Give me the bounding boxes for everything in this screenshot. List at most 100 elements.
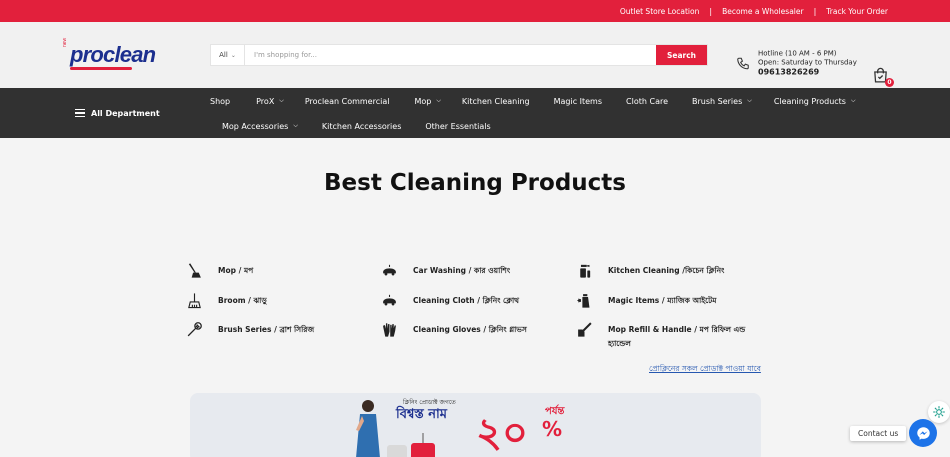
- search-bar: All ⌄ Search: [210, 44, 708, 66]
- category-item-cleaning-gloves[interactable]: Cleaning Gloves / ক্লিনিং গ্লাভস: [381, 321, 527, 338]
- separator: |: [709, 6, 713, 16]
- logo-swoosh: [70, 67, 132, 70]
- category-label: Broom / ঝাড়ু: [218, 296, 267, 305]
- bucket-product-image: [387, 433, 435, 457]
- ai-assistant-icon: [933, 406, 945, 418]
- chevron-down-icon: ⌵: [279, 97, 284, 104]
- category-grid: Mop / মপ Broom / ঝাড়ু Brush Series / ব্…: [186, 262, 776, 362]
- category-item-kitchen-cleaning[interactable]: Kitchen Cleaning /কিচেন ক্লিনিং: [576, 262, 724, 279]
- promo-banner[interactable]: ক্লিনিং প্রোডাক্ট জগতে বিশ্বস্ত নাম ২০ প…: [190, 393, 761, 457]
- messenger-chat-button[interactable]: [909, 419, 937, 447]
- chevron-down-icon: ⌵: [436, 97, 441, 104]
- messenger-icon: [916, 426, 930, 440]
- nav-item-magic-items[interactable]: Magic Items: [554, 97, 602, 106]
- cart-button[interactable]: 0: [872, 67, 894, 87]
- banner-tagline-big: বিশ্বস্ত নাম: [396, 407, 447, 422]
- all-products-link[interactable]: প্রোক্লিনের সকল প্রোডাক্ট পাওয়া যাবে: [649, 364, 761, 376]
- search-input[interactable]: [245, 45, 656, 65]
- category-item-mop-refill[interactable]: Mop Refill & Handle / মপ রিফিল এন্ড হ্যা…: [576, 321, 745, 348]
- proclean-logo[interactable]: new proclean: [62, 37, 156, 72]
- chevron-down-icon: ⌄: [230, 51, 236, 59]
- nav-item-prox[interactable]: ProX ⌵: [256, 97, 284, 106]
- nav-row-primary: Shop ProX ⌵ Proclean Commercial Mop ⌵ Kitc…: [210, 95, 856, 107]
- all-department-label: All Department: [91, 108, 160, 118]
- contact-us-label[interactable]: Contact us: [850, 426, 907, 441]
- mop-refill-icon: [578, 322, 592, 337]
- nav-item-brush-series[interactable]: Brush Series ⌵: [692, 97, 752, 106]
- nav-item-shop[interactable]: Shop: [210, 97, 230, 106]
- category-label: Magic Items / ম্যাজিক আইটেম: [608, 296, 717, 305]
- category-label: Mop Refill & Handle / মপ রিফিল এন্ড হ্যা…: [608, 325, 746, 348]
- broom-icon: [188, 293, 201, 309]
- nav-item-mop[interactable]: Mop ⌵: [414, 97, 440, 106]
- logo-brand-text: proclean: [70, 42, 156, 67]
- become-wholesaler-link[interactable]: Become a Wholesaler: [722, 7, 804, 16]
- nav-item-label: Mop Accessories: [222, 121, 289, 131]
- hotline-block: Hotline (10 AM - 6 PM) Open: Saturday to…: [736, 50, 857, 77]
- separator: |: [813, 6, 817, 16]
- logo-new-tag: new: [62, 37, 68, 47]
- chevron-down-icon: ⌵: [747, 97, 752, 104]
- cart-count-badge: 0: [885, 78, 894, 87]
- banner-offer-number: ২০: [476, 410, 529, 456]
- phone-icon: [737, 57, 749, 69]
- category-item-mop[interactable]: Mop / মপ: [186, 262, 253, 279]
- category-item-brush-series[interactable]: Brush Series / ব্রাশ সিরিজ: [186, 321, 314, 338]
- nav-item-label: Proclean Commercial: [304, 96, 390, 106]
- nav-item-label: Kitchen Cleaning: [461, 96, 530, 106]
- hotline-days: Open: Saturday to Thursday: [758, 58, 857, 67]
- hamburger-icon: [75, 109, 85, 117]
- category-item-car-washing[interactable]: Car Washing / কার ওয়াশিং: [381, 262, 510, 279]
- nav-item-cloth-care[interactable]: Cloth Care: [626, 97, 668, 106]
- search-button[interactable]: Search: [656, 45, 707, 65]
- nav-item-label: Shop: [210, 96, 231, 106]
- magic-spray-icon: [577, 294, 590, 308]
- hotline-hours: Hotline (10 AM - 6 PM): [758, 49, 837, 58]
- category-label: Kitchen Cleaning /কিচেন ক্লিনিং: [608, 266, 725, 275]
- brush-icon: [187, 322, 202, 337]
- category-item-magic-items[interactable]: Magic Items / ম্যাজিক আইটেম: [576, 292, 716, 309]
- nav-item-label: Cloth Care: [626, 96, 669, 106]
- outlet-store-link[interactable]: Outlet Store Location: [620, 7, 700, 16]
- nav-item-label: ProX: [256, 96, 275, 106]
- nav-item-label: Brush Series: [692, 96, 743, 106]
- main-navigation: All Department Shop ProX ⌵ Proclean Comme…: [0, 88, 950, 138]
- model-figure-image: [356, 400, 380, 457]
- nav-item-kitchen-accessories[interactable]: Kitchen Accessories: [322, 122, 402, 131]
- banner-offer-percent: %: [542, 417, 563, 441]
- category-item-broom[interactable]: Broom / ঝাড়ু: [186, 292, 267, 309]
- category-item-cleaning-cloth[interactable]: Cleaning Cloth / ক্লিনিং ক্লোথ: [381, 292, 519, 309]
- site-header: new proclean All ⌄ Search Hotline (10 AM…: [0, 22, 950, 88]
- search-category-select[interactable]: All ⌄: [211, 45, 245, 65]
- chevron-down-icon: ⌵: [850, 97, 856, 104]
- nav-item-label: Magic Items: [553, 96, 603, 106]
- hotline-number[interactable]: 09613826269: [758, 68, 857, 77]
- cleaning-cloth-icon: [383, 294, 396, 306]
- chevron-down-icon: ⌵: [293, 122, 298, 129]
- search-category-value: All: [219, 51, 228, 59]
- mop-icon: [188, 263, 201, 278]
- track-order-link[interactable]: Track Your Order: [826, 7, 888, 16]
- nav-item-label: Kitchen Accessories: [321, 121, 402, 131]
- all-department-button[interactable]: All Department: [75, 88, 160, 138]
- ai-assistant-button[interactable]: [928, 401, 950, 423]
- category-label: Mop / মপ: [218, 266, 254, 275]
- main-content: Best Cleaning Products Mop / মপ Broom / …: [0, 138, 950, 457]
- nav-item-kitchen-cleaning[interactable]: Kitchen Cleaning: [462, 97, 530, 106]
- nav-item-proclean-commercial[interactable]: Proclean Commercial: [305, 97, 390, 106]
- category-label: Cleaning Cloth / ক্লিনিং ক্লোথ: [413, 296, 519, 305]
- page-title: Best Cleaning Products: [324, 170, 626, 196]
- nav-item-label: Cleaning Products: [773, 96, 846, 106]
- gloves-icon: [383, 323, 396, 337]
- nav-item-other-essentials[interactable]: Other Essentials: [425, 122, 490, 131]
- category-label: Car Washing / কার ওয়াশিং: [413, 266, 511, 275]
- nav-item-cleaning-products[interactable]: Cleaning Products ⌵: [774, 97, 856, 106]
- category-label: Brush Series / ব্রাশ সিরিজ: [218, 325, 315, 334]
- nav-row-secondary: Mop Accessories ⌵ Kitchen Accessories Oth…: [222, 120, 491, 132]
- car-wash-icon: [383, 264, 396, 276]
- spray-bottle-icon: [580, 264, 591, 278]
- nav-item-label: Mop: [414, 96, 432, 106]
- nav-item-mop-accessories[interactable]: Mop Accessories ⌵: [222, 122, 298, 131]
- category-label: Cleaning Gloves / ক্লিনিং গ্লাভস: [413, 325, 527, 334]
- nav-item-label: Other Essentials: [425, 121, 491, 131]
